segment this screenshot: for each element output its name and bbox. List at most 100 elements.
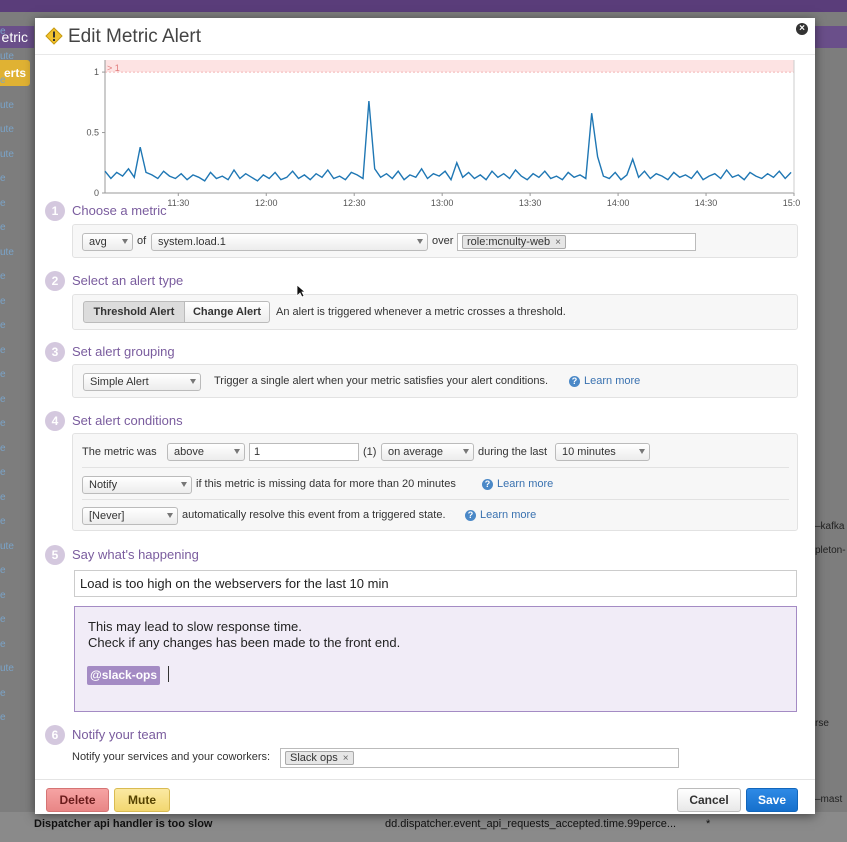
x-tick-label: 11:30 xyxy=(167,198,189,208)
close-icon[interactable]: × xyxy=(796,23,808,35)
text-cursor xyxy=(168,666,169,682)
chevron-down-icon xyxy=(122,239,128,244)
step-title-message: Say what's happening xyxy=(72,547,199,562)
background-row-label[interactable]: e xyxy=(0,443,6,454)
threshold-input[interactable]: 1 xyxy=(249,443,359,461)
background-snippet: rse xyxy=(815,718,829,729)
background-row-label[interactable]: e xyxy=(0,418,6,429)
chevron-down-icon xyxy=(181,482,187,487)
warning-icon xyxy=(45,27,63,45)
of-label: of xyxy=(137,235,147,247)
background-row-label[interactable]: e xyxy=(0,198,6,209)
step-number: 4 xyxy=(45,411,65,431)
background-row-label[interactable]: e xyxy=(0,296,6,307)
step-number: 2 xyxy=(45,271,65,291)
learn-more-link[interactable]: Learn more xyxy=(480,509,536,521)
help-icon[interactable]: ? xyxy=(569,376,580,387)
background-row-label[interactable]: ute xyxy=(0,124,14,135)
x-tick-label: 14:00 xyxy=(607,198,630,208)
delete-button[interactable]: Delete xyxy=(46,788,109,812)
background-row-label[interactable]: e xyxy=(0,345,6,356)
threshold-alert-button[interactable]: Threshold Alert xyxy=(83,301,185,323)
comparator-select[interactable]: above xyxy=(167,443,245,461)
mouse-cursor-icon xyxy=(296,284,306,298)
recipient-token[interactable]: Slack ops × xyxy=(285,751,354,765)
x-tick-label: 12:30 xyxy=(343,198,366,208)
mute-button[interactable]: Mute xyxy=(114,788,170,812)
help-icon[interactable]: ? xyxy=(482,479,493,490)
aggregation-select[interactable]: on average xyxy=(381,443,474,461)
background-row-label[interactable]: e xyxy=(0,271,6,282)
background-row-label[interactable]: e xyxy=(0,590,6,601)
message-body-input[interactable]: This may lead to slow response time. Che… xyxy=(74,606,797,712)
background-row-label[interactable]: e xyxy=(0,639,6,650)
background-metric-name: dd.dispatcher.event_api_requests_accepte… xyxy=(385,818,677,830)
threshold-unit: (1) xyxy=(363,446,377,458)
learn-more-link[interactable]: Learn more xyxy=(497,478,553,490)
metric-select[interactable]: system.load.1 xyxy=(151,233,428,251)
background-row-label[interactable]: e xyxy=(0,467,6,478)
auto-resolve-select[interactable]: [Never] xyxy=(82,507,178,525)
background-row-label[interactable]: e xyxy=(0,688,6,699)
scope-token[interactable]: role:mcnulty-web × xyxy=(462,235,566,249)
background-row-label[interactable]: e xyxy=(0,565,6,576)
background-row-label[interactable]: e xyxy=(0,516,6,527)
background-row-label[interactable]: e xyxy=(0,173,6,184)
help-icon[interactable]: ? xyxy=(465,510,476,521)
step-title-grouping: Set alert grouping xyxy=(72,344,175,359)
chevron-down-icon xyxy=(463,449,469,454)
background-row-label[interactable]: e xyxy=(0,394,6,405)
x-tick-label: 15:00 xyxy=(783,198,800,208)
app-top-bar xyxy=(0,0,847,12)
background-row-label[interactable]: ute xyxy=(0,149,14,160)
missing-data-description: if this metric is missing data for more … xyxy=(196,478,456,490)
series-line xyxy=(104,101,792,182)
background-row-label[interactable]: ute xyxy=(0,247,14,258)
background-row-label[interactable]: e xyxy=(0,26,6,37)
step-title-conditions: Set alert conditions xyxy=(72,413,183,428)
remove-icon[interactable]: × xyxy=(343,753,349,764)
modal-footer: Delete Mute Cancel Save xyxy=(35,779,815,814)
step-number: 1 xyxy=(45,201,65,221)
chevron-down-icon xyxy=(639,449,645,454)
save-button[interactable]: Save xyxy=(746,788,798,812)
chevron-down-icon xyxy=(234,449,240,454)
grouping-select[interactable]: Simple Alert xyxy=(83,373,201,391)
learn-more-link[interactable]: Learn more xyxy=(584,375,640,387)
divider xyxy=(82,499,789,500)
background-row-label[interactable]: e xyxy=(0,614,6,625)
cancel-button[interactable]: Cancel xyxy=(677,788,741,812)
step-number: 5 xyxy=(45,545,65,565)
background-row-label[interactable]: ute xyxy=(0,51,14,62)
chevron-down-icon xyxy=(417,239,423,244)
chevron-down-icon xyxy=(167,513,173,518)
notify-label: Notify your services and your coworkers: xyxy=(72,751,271,763)
background-row-label[interactable]: ute xyxy=(0,541,14,552)
change-alert-button[interactable]: Change Alert xyxy=(184,301,270,323)
background-row-label[interactable]: e xyxy=(0,492,6,503)
background-snippet: –kafka xyxy=(815,521,845,532)
background-row-label[interactable]: e xyxy=(0,712,6,723)
background-row-label[interactable]: e xyxy=(0,75,6,86)
background-row-label[interactable]: e xyxy=(0,222,6,233)
background-snippet: –mast xyxy=(815,794,843,805)
time-window-select[interactable]: 10 minutes xyxy=(555,443,650,461)
message-line: Check if any changes has been made to th… xyxy=(88,635,401,650)
edit-metric-alert-modal: Edit Metric Alert × > 1 1 0.5 0 11:30 12:00 12… xyxy=(35,18,815,814)
aggregator-select[interactable]: avg xyxy=(82,233,133,251)
background-row-label[interactable]: ute xyxy=(0,663,14,674)
background-alert-name[interactable]: Dispatcher api handler is too slow xyxy=(34,818,212,830)
message-title-input[interactable]: Load is too high on the webservers for t… xyxy=(74,570,797,597)
metric-was-label: The metric was xyxy=(82,446,157,458)
background-row-label[interactable]: ute xyxy=(0,100,14,111)
missing-data-select[interactable]: Notify xyxy=(82,476,192,494)
x-tick-label: 13:30 xyxy=(519,198,542,208)
background-star: * xyxy=(706,818,711,830)
metric-preview-chart: > 1 1 0.5 0 11:30 12:00 12:30 13:00 13:30 14:00 14… xyxy=(86,60,800,208)
background-row-label[interactable]: e xyxy=(0,320,6,331)
threshold-label: > 1 xyxy=(107,63,120,73)
background-row-label[interactable]: e xyxy=(0,369,6,380)
remove-icon[interactable]: × xyxy=(555,237,561,248)
x-tick-label: 14:30 xyxy=(695,198,718,208)
over-label: over xyxy=(432,235,454,247)
